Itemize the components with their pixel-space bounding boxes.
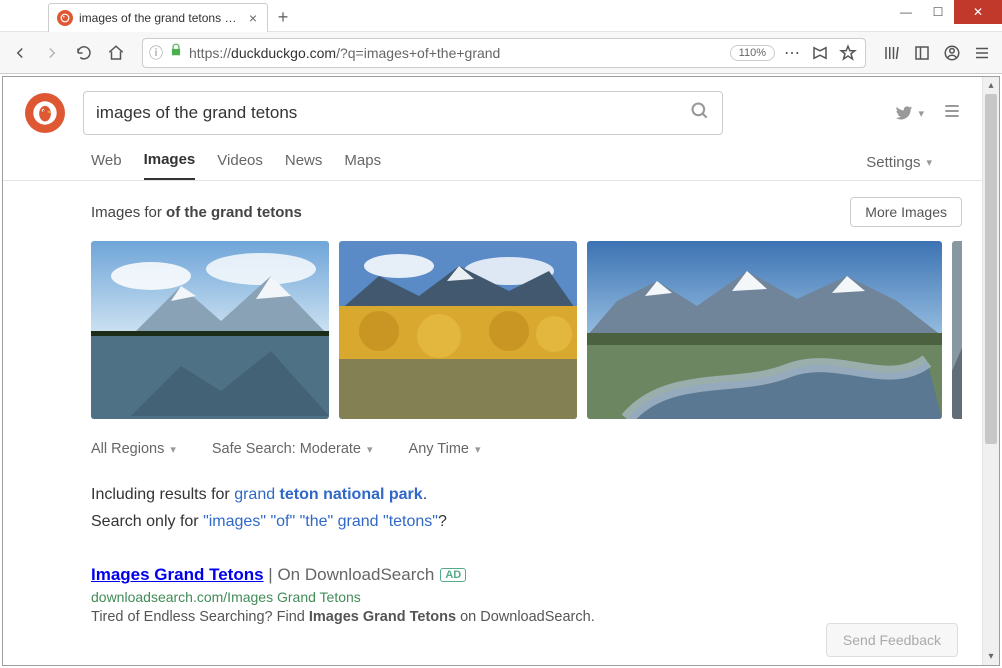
back-button[interactable] bbox=[6, 39, 34, 67]
image-thumbnail[interactable] bbox=[91, 241, 329, 419]
window-controls: — ☐ ✕ bbox=[890, 0, 1002, 24]
ad-title-link[interactable]: Images Grand Tetons bbox=[91, 565, 264, 584]
filter-safesearch[interactable]: Safe Search: Moderate▾ bbox=[212, 441, 373, 457]
page-content: ▾ Web Images Videos News Maps Settings▾ … bbox=[3, 77, 982, 665]
vertical-scrollbar[interactable]: ▴ ▾ bbox=[982, 77, 999, 665]
window-titlebar: images of the grand tetons at D × + — ☐ … bbox=[0, 0, 1002, 32]
sidebar-icon[interactable] bbox=[908, 39, 936, 67]
browser-tab[interactable]: images of the grand tetons at D × bbox=[48, 3, 268, 32]
window-close-button[interactable]: ✕ bbox=[954, 0, 1002, 24]
maximize-button[interactable]: ☐ bbox=[922, 0, 954, 24]
search-only-link[interactable]: "images" "of" "the" grand "tetons" bbox=[203, 513, 438, 530]
browser-toolbar: ⓘ https://duckduckgo.com/?q=images+of+th… bbox=[0, 32, 1002, 74]
site-info-icon[interactable]: ⓘ bbox=[149, 43, 163, 63]
scroll-thumb[interactable] bbox=[985, 94, 997, 444]
new-tab-button[interactable]: + bbox=[268, 3, 298, 32]
image-thumbnail[interactable] bbox=[587, 241, 942, 419]
url-text: https://duckduckgo.com/?q=images+of+the+… bbox=[189, 45, 724, 61]
lock-icon bbox=[169, 43, 183, 62]
home-button[interactable] bbox=[102, 39, 130, 67]
ad-badge: AD bbox=[440, 568, 466, 582]
filter-region[interactable]: All Regions▾ bbox=[91, 441, 176, 457]
image-thumbnail[interactable] bbox=[952, 241, 962, 419]
including-results-link[interactable]: grand teton national park bbox=[234, 486, 423, 503]
address-bar[interactable]: ⓘ https://duckduckgo.com/?q=images+of+th… bbox=[142, 38, 866, 68]
search-icon[interactable] bbox=[690, 101, 710, 126]
page-actions-icon[interactable]: ⋯ bbox=[781, 39, 803, 67]
bookmark-star-icon[interactable] bbox=[837, 39, 859, 67]
more-images-button[interactable]: More Images bbox=[850, 197, 962, 227]
images-module-title: Images for of the grand tetons bbox=[91, 204, 302, 221]
share-twitter-button[interactable]: ▾ bbox=[894, 103, 924, 123]
tab-images[interactable]: Images bbox=[144, 145, 196, 180]
zoom-indicator[interactable]: 110% bbox=[730, 45, 775, 61]
close-tab-icon[interactable]: × bbox=[247, 10, 259, 26]
tab-news[interactable]: News bbox=[285, 146, 323, 179]
tab-videos[interactable]: Videos bbox=[217, 146, 263, 179]
ad-display-url[interactable]: downloadsearch.com/Images Grand Tetons bbox=[91, 589, 962, 605]
reader-mode-icon[interactable] bbox=[809, 39, 831, 67]
scroll-up-arrow[interactable]: ▴ bbox=[983, 77, 999, 94]
search-filters: All Regions▾ Safe Search: Moderate▾ Any … bbox=[3, 419, 982, 457]
filter-time[interactable]: Any Time▾ bbox=[409, 441, 481, 457]
page-menu-button[interactable] bbox=[942, 101, 962, 126]
sponsored-result: Images Grand Tetons | On DownloadSearchA… bbox=[3, 535, 982, 625]
image-thumbnail[interactable] bbox=[339, 241, 577, 419]
library-icon[interactable] bbox=[878, 39, 906, 67]
images-module: Images for of the grand tetons More Imag… bbox=[3, 181, 982, 419]
search-box[interactable] bbox=[83, 91, 723, 135]
content-viewport: ▾ Web Images Videos News Maps Settings▾ … bbox=[2, 76, 1000, 666]
account-icon[interactable] bbox=[938, 39, 966, 67]
spelling-hints: Including results for grand teton nation… bbox=[3, 457, 982, 535]
search-settings-button[interactable]: Settings▾ bbox=[866, 154, 932, 171]
search-input[interactable] bbox=[96, 103, 690, 123]
ddg-favicon bbox=[57, 10, 73, 26]
minimize-button[interactable]: — bbox=[890, 0, 922, 24]
reload-button[interactable] bbox=[70, 39, 98, 67]
tab-title: images of the grand tetons at D bbox=[79, 11, 241, 25]
ddg-logo[interactable] bbox=[25, 93, 65, 133]
scroll-down-arrow[interactable]: ▾ bbox=[983, 648, 999, 665]
search-tabs: Web Images Videos News Maps Settings▾ bbox=[3, 135, 982, 181]
tab-web[interactable]: Web bbox=[91, 146, 122, 179]
tab-maps[interactable]: Maps bbox=[344, 146, 381, 179]
search-header: ▾ bbox=[3, 77, 982, 135]
send-feedback-button[interactable]: Send Feedback bbox=[826, 623, 958, 657]
browser-menu-icon[interactable] bbox=[968, 39, 996, 67]
forward-button[interactable] bbox=[38, 39, 66, 67]
